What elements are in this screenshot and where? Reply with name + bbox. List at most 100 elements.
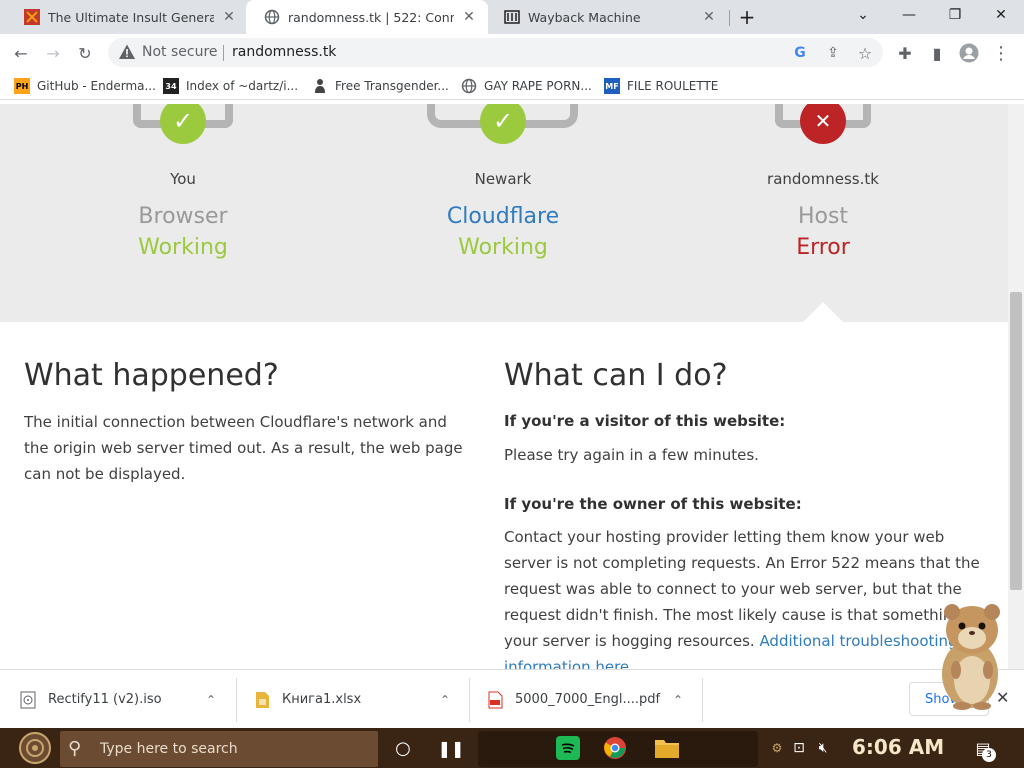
- extensions-button[interactable]: ✚: [890, 38, 920, 68]
- close-icon[interactable]: ✕: [220, 9, 238, 25]
- bookmark-index-of[interactable]: 34 Index of ~dartz/i...: [163, 76, 298, 96]
- google-lens-icon[interactable]: G: [789, 42, 811, 64]
- pointer-notch: [803, 302, 843, 322]
- what-can-i-do-heading: What can I do?: [504, 358, 728, 393]
- download-divider: [236, 678, 237, 722]
- profile-icon: [959, 43, 979, 63]
- forward-button[interactable]: →: [38, 38, 68, 68]
- profile-button[interactable]: [954, 38, 984, 68]
- tab-title: The Ultimate Insult Generator: [48, 9, 214, 25]
- bookmark-label: GAY RAPE PORN...: [484, 79, 592, 93]
- node-status: Working: [138, 235, 228, 260]
- chevron-up-icon[interactable]: ⌃: [206, 693, 216, 707]
- download-filename: Rectify11 (v2).iso: [48, 692, 162, 707]
- pdf-file-icon: [488, 691, 503, 708]
- insult-generator-favicon-icon: [24, 9, 40, 25]
- tab-title: randomness.tk | 522: Connection timed ou…: [288, 9, 454, 25]
- download-filename: 5000_7000_Engl....pdf: [515, 692, 661, 707]
- figure-favicon-icon: [315, 79, 325, 93]
- visitor-heading: If you're a visitor of this website:: [504, 412, 786, 430]
- bookmark-free-transgender[interactable]: Free Transgender...: [312, 76, 449, 96]
- what-happened-text: The initial connection between Cloudflar…: [24, 413, 463, 483]
- side-panel-button[interactable]: ▮: [922, 38, 952, 68]
- check-icon: ✓: [160, 104, 206, 144]
- bookmarks-bar: PH GitHub - Enderma... 34 Index of ~dart…: [0, 72, 1024, 100]
- window-close-button[interactable]: ✕: [978, 0, 1024, 30]
- tab-search-dropdown-button[interactable]: ⌄: [840, 0, 886, 30]
- clock[interactable]: 6:06 AM: [852, 735, 944, 759]
- globe-icon: [264, 9, 280, 25]
- back-button[interactable]: ←: [6, 38, 36, 68]
- new-tab-button[interactable]: +: [732, 2, 762, 32]
- tab-divider: [729, 10, 730, 26]
- download-item[interactable]: Книга1.xlsx ⌃: [254, 670, 464, 729]
- visitor-text: Please try again in a few minutes.: [504, 446, 759, 464]
- tab-randomness[interactable]: randomness.tk | 522: Connection timed ou…: [246, 0, 488, 34]
- spotify-icon[interactable]: [556, 736, 580, 760]
- close-icon[interactable]: ✕: [460, 9, 478, 25]
- node-name: Browser: [138, 204, 228, 229]
- search-icon: ⚲: [68, 738, 82, 759]
- start-button[interactable]: [14, 730, 56, 766]
- bookmark-label: Index of ~dartz/i...: [186, 79, 299, 93]
- bookmark-star-icon[interactable]: ☆: [854, 42, 876, 64]
- wayback-favicon-icon: [504, 10, 520, 24]
- reload-button[interactable]: ↻: [70, 38, 100, 68]
- taskbar-search[interactable]: ⚲ Type here to search: [60, 731, 378, 767]
- security-label[interactable]: Not secure: [142, 44, 218, 60]
- download-item[interactable]: Rectify11 (v2).iso ⌃: [20, 670, 230, 729]
- cortana-icon[interactable]: ○: [388, 733, 418, 763]
- node-location: randomness.tk: [767, 170, 879, 188]
- share-icon[interactable]: ⇪: [822, 42, 844, 64]
- warning-icon[interactable]: [118, 43, 136, 61]
- tab-strip: The Ultimate Insult Generator ✕ randomne…: [0, 0, 1024, 34]
- minimize-button[interactable]: —: [886, 0, 932, 30]
- download-divider: [469, 678, 470, 722]
- bookmark-label: GitHub - Enderma...: [37, 79, 156, 93]
- omnibox-divider: [223, 45, 224, 61]
- chrome-icon[interactable]: [603, 736, 627, 760]
- scrollbar-thumb[interactable]: [1010, 292, 1022, 590]
- node-status: Error: [796, 235, 850, 260]
- hamster-sticker: [942, 604, 1000, 710]
- restore-button[interactable]: ❐: [932, 0, 978, 30]
- node-location: Newark: [474, 170, 532, 188]
- download-item[interactable]: 5000_7000_Engl....pdf ⌃: [487, 670, 697, 729]
- tab-title: Wayback Machine: [528, 9, 641, 25]
- search-placeholder: Type here to search: [100, 741, 238, 757]
- file-explorer-icon[interactable]: [654, 737, 680, 759]
- volume-muted-icon[interactable]: 🔇︎: [808, 733, 838, 763]
- check-icon: ✓: [480, 104, 526, 144]
- menu-button[interactable]: ⋮: [986, 38, 1016, 68]
- bookmark-label: FILE ROULETTE: [627, 79, 719, 93]
- error-x-icon: ✕: [800, 104, 846, 144]
- tab-wayback-machine[interactable]: Wayback Machine ✕: [486, 0, 728, 34]
- pornhub-favicon-icon: PH: [14, 78, 30, 94]
- node-status: Working: [458, 235, 548, 260]
- download-filename: Книга1.xlsx: [282, 692, 362, 707]
- disc-image-icon: [20, 691, 36, 708]
- downloads-bar: Rectify11 (v2).iso ⌃ Книга1.xlsx ⌃ 5000_…: [0, 669, 1024, 728]
- owner-text: Contact your hosting provider letting th…: [504, 524, 988, 669]
- address-bar[interactable]: Not secure randomness.tk G ⇪ ☆: [108, 38, 883, 67]
- what-happened-heading: What happened?: [24, 358, 279, 393]
- node-location: You: [170, 170, 196, 188]
- page-content: ✓ You Browser Working ✓ Newark Cloudflar…: [0, 104, 1008, 669]
- index-favicon-icon: 34: [163, 78, 179, 94]
- chevron-up-icon[interactable]: ⌃: [440, 693, 450, 707]
- node-name: Host: [797, 204, 849, 229]
- url-text[interactable]: randomness.tk: [232, 44, 336, 60]
- spreadsheet-file-icon: [256, 691, 269, 708]
- download-divider: [702, 678, 703, 722]
- owner-heading: If you're the owner of this website:: [504, 495, 802, 513]
- node-name: Cloudflare: [446, 204, 560, 229]
- tab-insult-generator[interactable]: The Ultimate Insult Generator ✕: [6, 0, 248, 34]
- globe-icon: [461, 78, 477, 94]
- task-view-icon[interactable]: ❚❚: [436, 733, 466, 763]
- status-panel: ✓ You Browser Working ✓ Newark Cloudflar…: [0, 104, 1008, 322]
- chevron-up-icon[interactable]: ⌃: [673, 693, 683, 707]
- bookmark-github[interactable]: PH GitHub - Enderma...: [14, 76, 156, 96]
- bookmark-gay-rape[interactable]: GAY RAPE PORN...: [461, 76, 592, 96]
- close-icon[interactable]: ✕: [700, 9, 718, 25]
- bookmark-file-roulette[interactable]: MF FILE ROULETTE: [604, 76, 718, 96]
